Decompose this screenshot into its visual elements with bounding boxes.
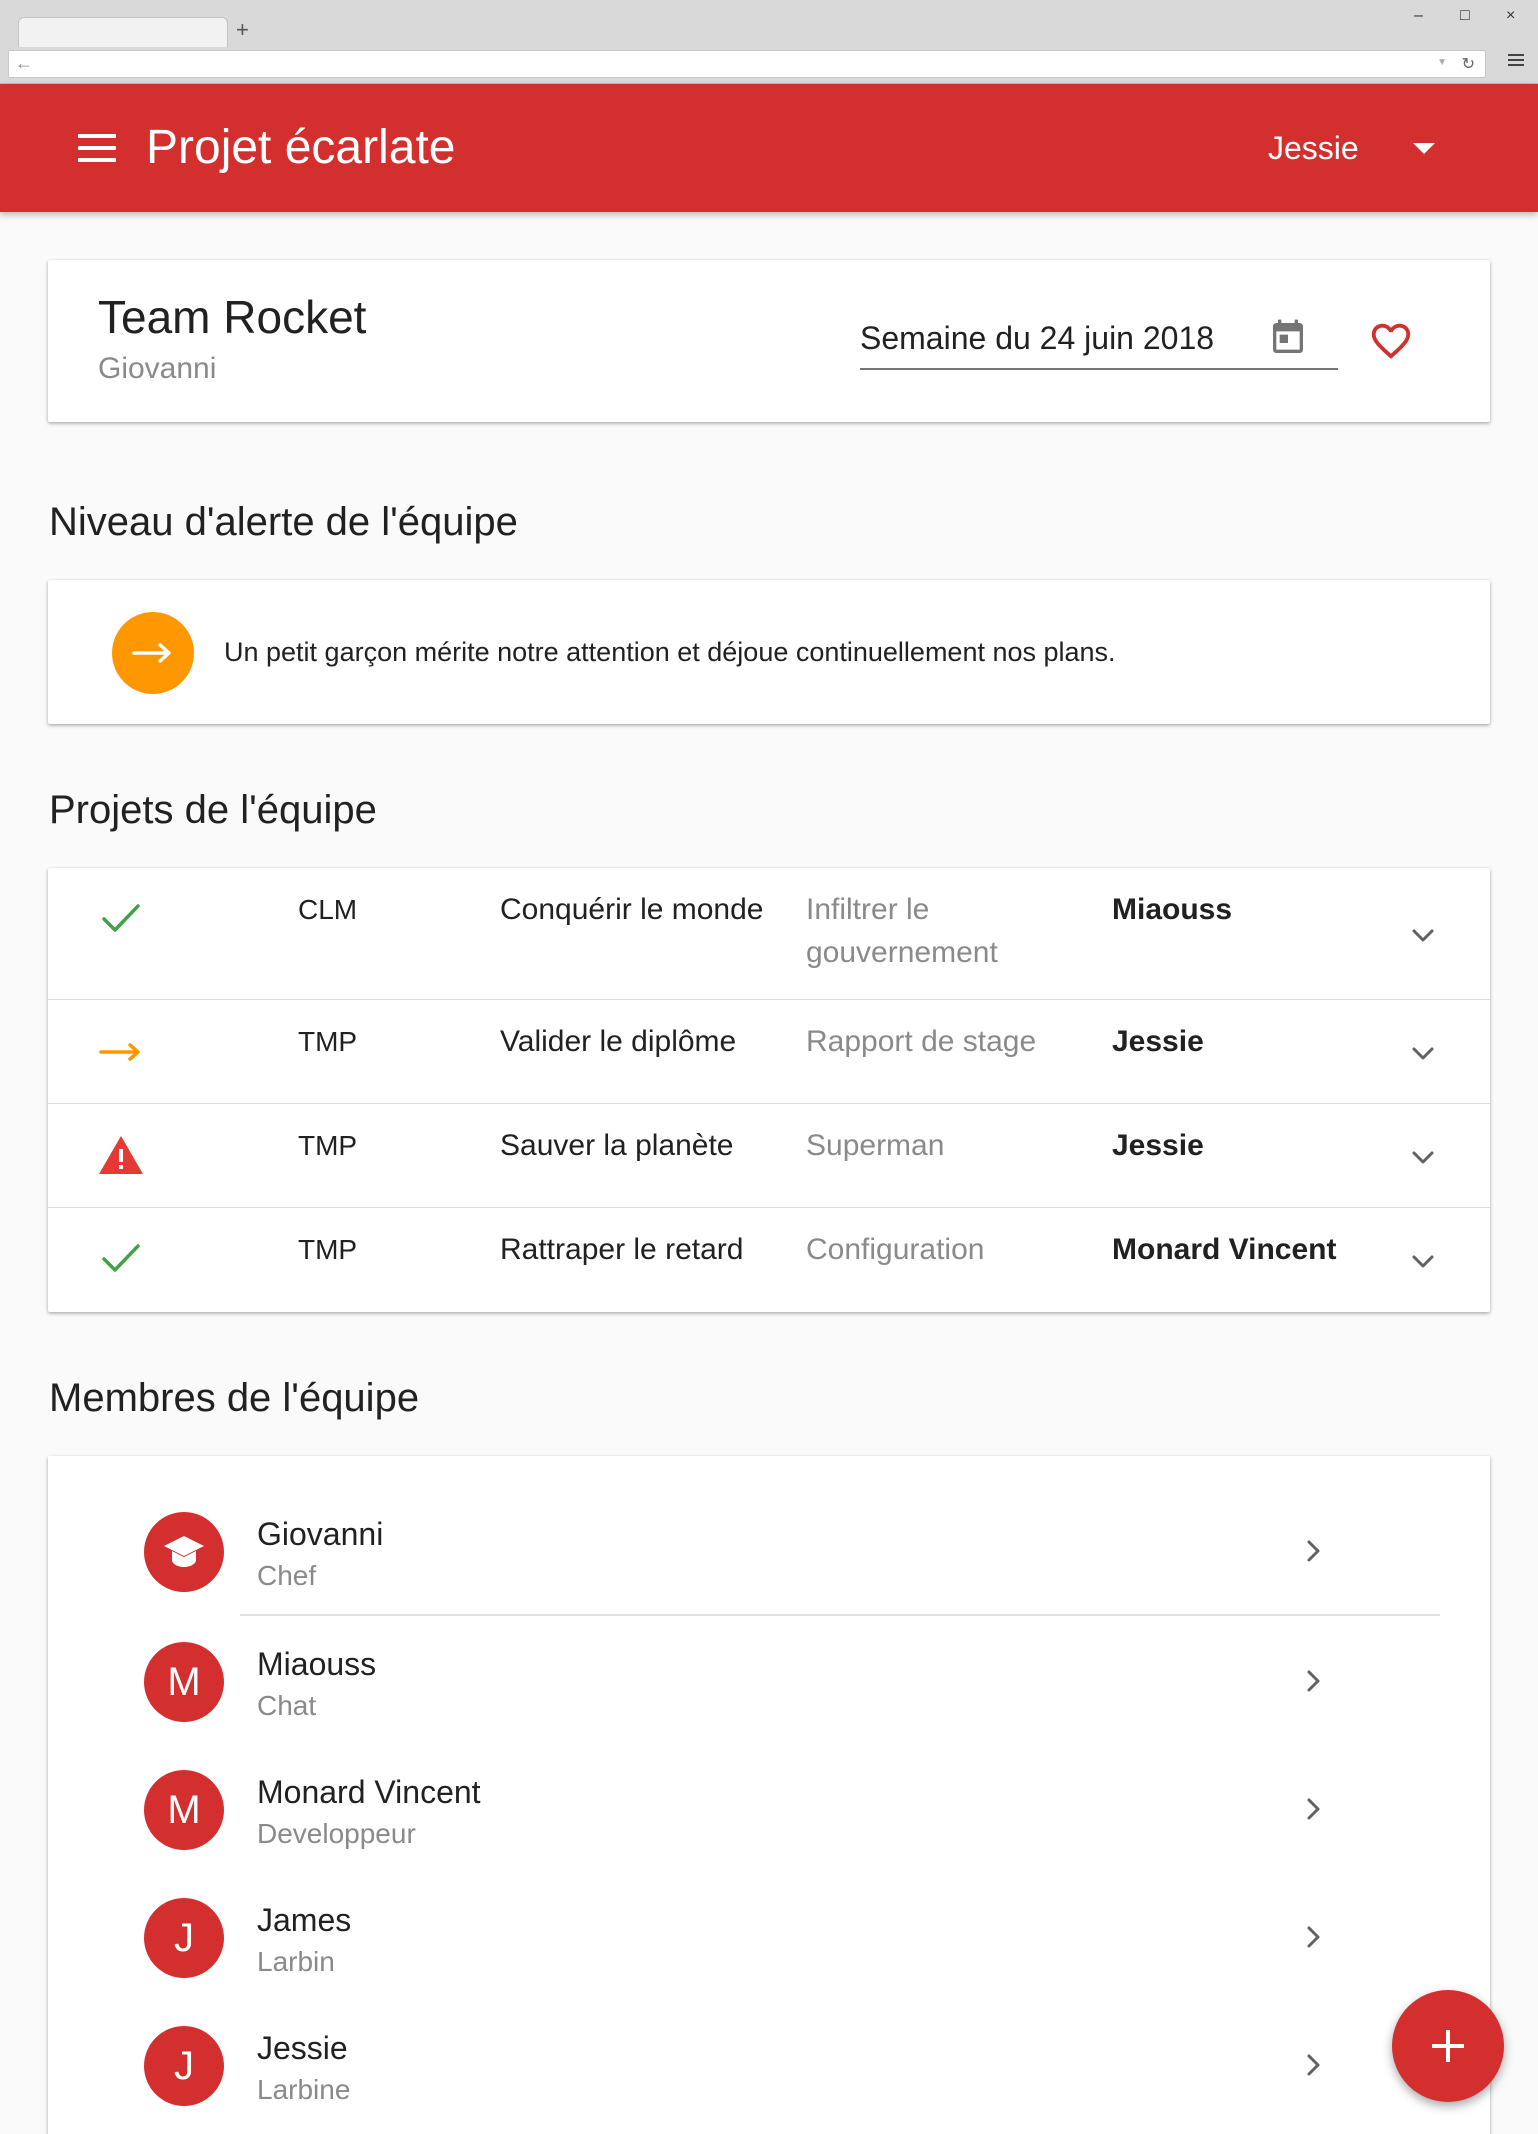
project-row[interactable]: TMP Sauver la planète Superman Jessie: [48, 1104, 1490, 1208]
projects-section-title: Projets de l'équipe: [49, 788, 377, 832]
alert-section-title: Niveau d'alerte de l'équipe: [49, 500, 518, 544]
chevron-down-icon[interactable]: [1408, 1038, 1438, 1068]
project-owner: Jessie: [1112, 1129, 1204, 1162]
user-menu[interactable]: Jessie: [1268, 124, 1435, 172]
project-name: Sauver la planète: [500, 1129, 734, 1162]
arrow-right-icon: [99, 1043, 140, 1061]
chevron-right-icon[interactable]: [1298, 1794, 1328, 1824]
member-item[interactable]: M Miaouss Chat: [48, 1618, 1490, 1746]
avatar: J: [144, 2026, 224, 2106]
project-subtask: Rapport de stage: [806, 1025, 1037, 1058]
member-name: Miaouss: [257, 1646, 377, 1682]
member-name: Giovanni: [257, 1516, 384, 1552]
calendar-icon[interactable]: [1268, 316, 1308, 360]
address-bar[interactable]: ← ▼ ↻: [8, 50, 1486, 78]
project-name: Valider le diplôme: [500, 1025, 737, 1058]
project-subtask: Configuration: [806, 1233, 985, 1266]
graduation-cap-icon: [164, 1536, 204, 1567]
browser-tab[interactable]: [18, 17, 228, 47]
members-card: Giovanni Chef M Miaouss Chat M Monard Vi…: [48, 1456, 1490, 2134]
browser-chrome: + – □ × ← ▼ ↻: [0, 0, 1538, 84]
project-name: Rattraper le retard: [500, 1233, 744, 1266]
member-role: Developpeur: [257, 1818, 416, 1849]
project-subtask: Superman: [806, 1129, 945, 1162]
app-bar: Projet écarlate Jessie: [0, 84, 1538, 212]
chevron-right-icon[interactable]: [1298, 1922, 1328, 1952]
chevron-right-icon[interactable]: [1298, 1666, 1328, 1696]
app-title: Projet écarlate: [146, 121, 456, 174]
week-value: Semaine du 24 juin 2018: [860, 320, 1215, 356]
projects-card: CLM Conquérir le monde Infiltrer le gouv…: [48, 868, 1490, 1312]
avatar: M: [144, 1770, 224, 1850]
member-role: Larbine: [257, 2074, 351, 2105]
team-card: Team Rocket Giovanni Semaine du 24 juin …: [48, 260, 1490, 422]
chevron-down-icon[interactable]: [1408, 1246, 1438, 1276]
warning-icon: [99, 1136, 143, 1174]
avatar: M: [144, 1642, 224, 1722]
project-code: TMP: [298, 1130, 358, 1161]
reload-icon[interactable]: ↻: [1462, 54, 1475, 74]
chevron-down-icon[interactable]: [1408, 1142, 1438, 1172]
project-row[interactable]: CLM Conquérir le monde Infiltrer le gouv…: [48, 868, 1490, 1000]
member-name: Jessie: [257, 2030, 348, 2066]
alert-card: Un petit garçon mérite notre attention e…: [48, 580, 1490, 724]
member-role: Larbin: [257, 1946, 335, 1977]
back-arrow-icon[interactable]: ←: [15, 53, 33, 74]
menu-icon[interactable]: [78, 134, 116, 170]
week-picker[interactable]: Semaine du 24 juin 2018: [860, 310, 1338, 370]
member-item[interactable]: M Monard Vincent Developpeur: [48, 1746, 1490, 1874]
close-icon[interactable]: ×: [1506, 6, 1515, 26]
check-icon: [102, 1244, 140, 1272]
user-name: Jessie: [1268, 129, 1359, 166]
chevron-right-icon[interactable]: [1298, 2050, 1328, 2080]
project-code: TMP: [298, 1026, 358, 1057]
chevron-right-icon[interactable]: [1298, 1536, 1328, 1566]
member-role: Chat: [257, 1690, 317, 1721]
add-button[interactable]: [1392, 1990, 1504, 2102]
project-name: Conquérir le monde: [500, 893, 764, 926]
new-tab-button[interactable]: +: [236, 17, 249, 43]
arrow-right-icon: [132, 643, 171, 663]
caret-down-icon: [1412, 142, 1435, 154]
alert-message: Un petit garçon mérite notre attention e…: [224, 637, 1116, 667]
avatar: J: [144, 1898, 224, 1978]
minimize-icon[interactable]: –: [1414, 6, 1423, 26]
member-item[interactable]: J Jessie Larbine: [48, 2002, 1490, 2130]
project-row[interactable]: TMP Rattraper le retard Configuration Mo…: [48, 1208, 1490, 1312]
chevron-down-icon[interactable]: [1408, 920, 1438, 950]
member-name: James: [257, 1902, 352, 1938]
team-name: Team Rocket: [98, 291, 367, 343]
alert-level-badge: [112, 612, 194, 694]
divider: [240, 1614, 1440, 1616]
favorite-heart-icon[interactable]: [1368, 318, 1414, 364]
avatar: [144, 1512, 224, 1592]
project-owner: Miaouss: [1112, 893, 1233, 926]
members-section-title: Membres de l'équipe: [49, 1376, 420, 1420]
maximize-icon[interactable]: □: [1460, 6, 1470, 26]
team-owner: Giovanni: [98, 352, 217, 385]
member-role: Chef: [257, 1560, 317, 1591]
dropdown-icon[interactable]: ▼: [1437, 57, 1447, 68]
member-item[interactable]: Giovanni Chef: [48, 1488, 1490, 1616]
member-item[interactable]: J James Larbin: [48, 1874, 1490, 2002]
member-name: Monard Vincent: [257, 1774, 481, 1810]
browser-menu-icon[interactable]: [1508, 54, 1524, 69]
project-code: TMP: [298, 1234, 358, 1265]
project-owner: Jessie: [1112, 1025, 1204, 1058]
project-row[interactable]: TMP Valider le diplôme Rapport de stage …: [48, 1000, 1490, 1104]
project-owner: Monard Vincent: [1112, 1233, 1337, 1266]
project-subtask: Infiltrer le gouvernement: [806, 893, 998, 969]
check-icon: [102, 904, 140, 932]
project-code: CLM: [298, 894, 358, 925]
